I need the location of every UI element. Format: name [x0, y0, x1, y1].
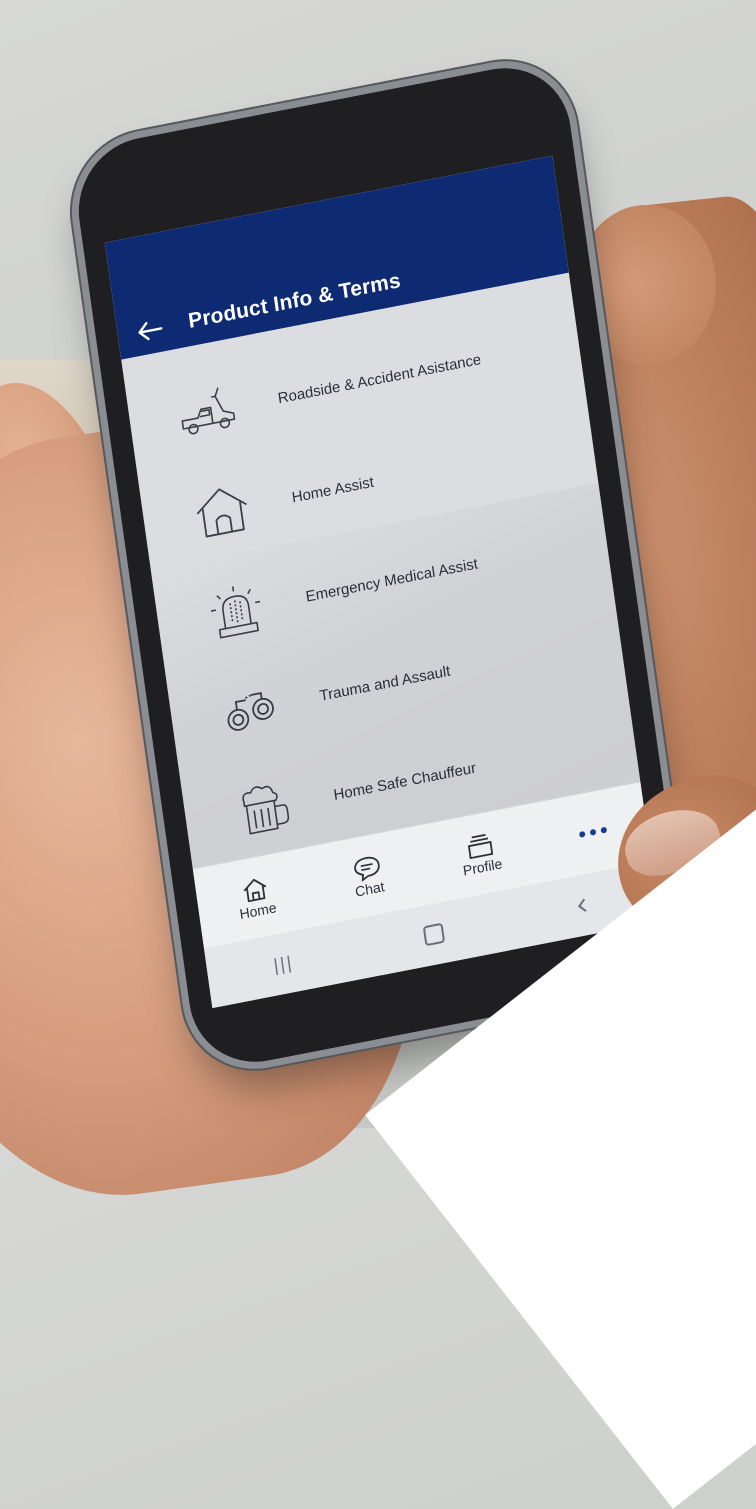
handcuffs-icon [227, 692, 274, 731]
system-home-icon[interactable] [422, 922, 446, 947]
phone-screen: Product Info & Terms Roadside & Accident… [104, 155, 660, 1009]
menu-label-roadside: Roadside & Accident Asistance [276, 350, 483, 407]
tow-truck-icon [181, 387, 236, 435]
recent-apps-icon[interactable]: ||| [272, 951, 295, 976]
tab-home[interactable]: Home [235, 873, 277, 922]
tab-more[interactable] [578, 826, 608, 838]
beer-mug-icon [242, 785, 290, 835]
menu-label-home-safe-chauffeur: Home Safe Chauffeur [332, 759, 478, 804]
menu-label-trauma-assault: Trauma and Assault [318, 662, 452, 705]
menu-label-emergency-medical: Emergency Medical Assist [304, 554, 479, 606]
tab-profile[interactable]: Profile [458, 829, 503, 879]
system-back-icon[interactable] [574, 896, 592, 915]
tab-chat[interactable]: Chat [350, 852, 385, 900]
siren-icon [210, 586, 261, 639]
menu-label-home-assist: Home Assist [290, 473, 375, 507]
menu-list: Roadside & Accident Asistance Home Assis… [121, 273, 641, 874]
smartphone: Product Info & Terms Roadside & Accident… [69, 56, 691, 1074]
more-dots-icon [578, 826, 608, 838]
back-arrow-icon[interactable] [134, 317, 165, 344]
house-icon [196, 488, 247, 538]
